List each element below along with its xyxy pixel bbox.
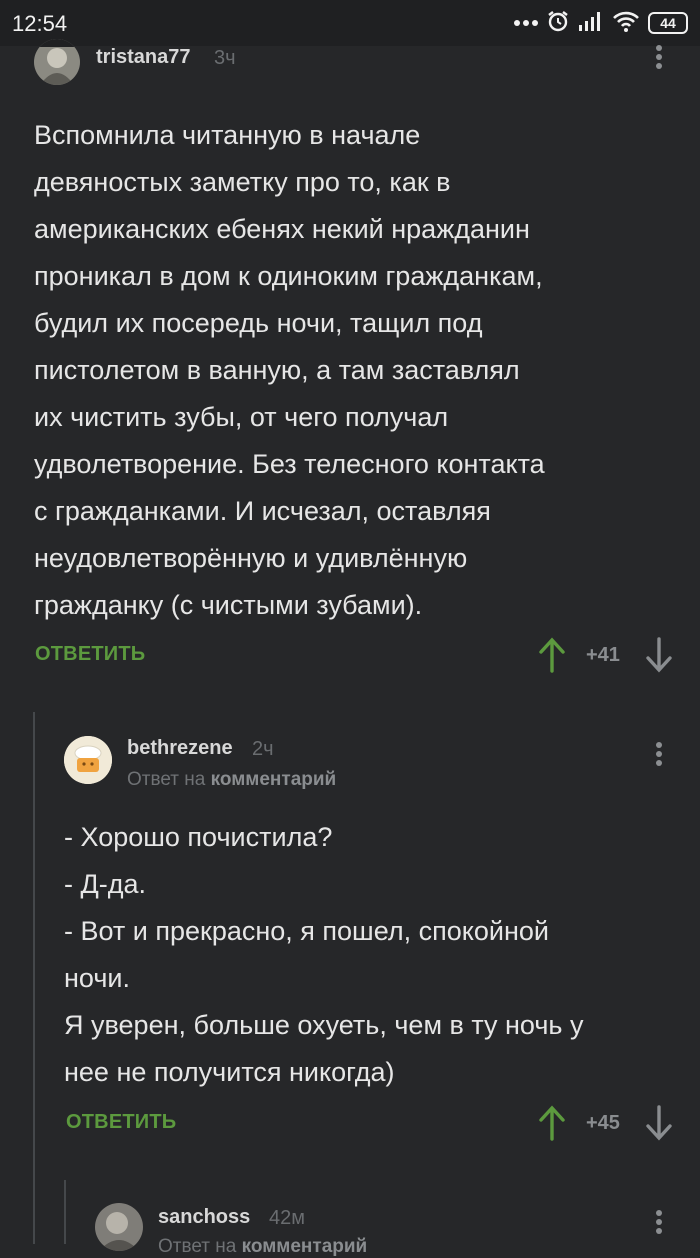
- alarm-icon: [546, 9, 570, 38]
- reply-to-link[interactable]: комментарий: [242, 1236, 368, 1257]
- comment-username[interactable]: sanchoss: [158, 1206, 250, 1229]
- comment-body: Вспомнила читанную в начале девяностых з…: [34, 120, 545, 620]
- reply-to-label: Ответ на комментарий: [127, 769, 337, 790]
- more-options-icon[interactable]: [655, 742, 663, 768]
- comment-time: 2ч: [252, 738, 274, 760]
- reply-to-link[interactable]: комментарий: [211, 769, 337, 790]
- reply-to-label: Ответ на комментарий: [158, 1236, 368, 1257]
- signal-icon: [578, 11, 604, 36]
- more-dots-icon: [514, 14, 538, 32]
- comment-username[interactable]: tristana77: [96, 46, 191, 69]
- more-options-icon[interactable]: [655, 1210, 663, 1236]
- thread-line: [33, 712, 35, 1244]
- reply-button[interactable]: ОТВЕТИТЬ: [35, 643, 145, 666]
- avatar[interactable]: [64, 736, 112, 784]
- upvote-icon[interactable]: [538, 1105, 566, 1146]
- vote-score: +45: [586, 1112, 620, 1134]
- comment-time: 3ч: [214, 47, 236, 69]
- vote-score: +41: [586, 644, 620, 666]
- reply-button[interactable]: ОТВЕТИТЬ: [66, 1111, 176, 1134]
- comment-body: - Хорошо почистила? - Д-да. - Вот и прек…: [64, 822, 584, 1087]
- more-options-icon[interactable]: [655, 45, 663, 71]
- downvote-icon[interactable]: [645, 1105, 673, 1146]
- thread-line: [64, 1180, 66, 1244]
- status-bar: 12:54 44: [0, 0, 700, 46]
- comment-time: 42м: [269, 1207, 305, 1229]
- battery-icon: 44: [648, 12, 688, 34]
- upvote-icon[interactable]: [538, 637, 566, 678]
- avatar[interactable]: [34, 39, 80, 85]
- downvote-icon[interactable]: [645, 637, 673, 678]
- status-icons: 44: [514, 10, 688, 36]
- comment-username[interactable]: bethrezene: [127, 737, 233, 760]
- wifi-icon: [612, 10, 640, 37]
- status-time: 12:54: [12, 11, 68, 36]
